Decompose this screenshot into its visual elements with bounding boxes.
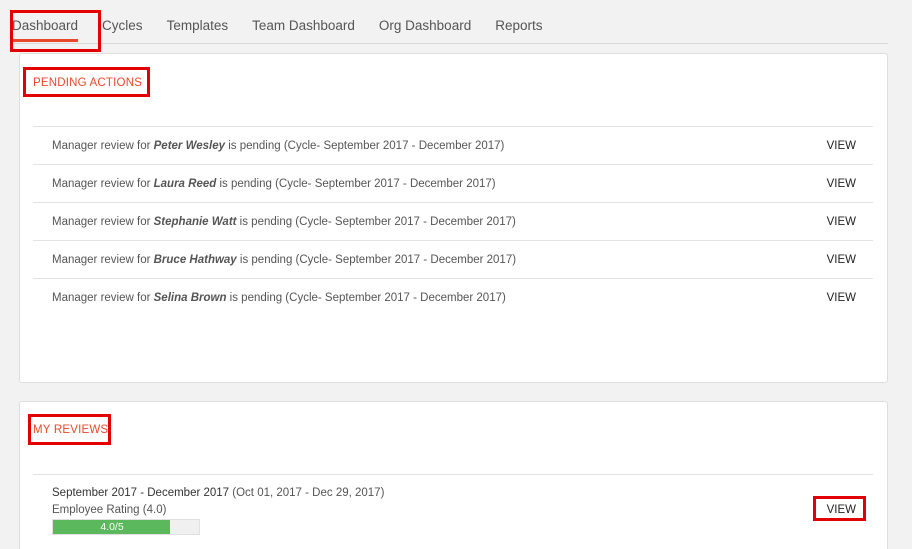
pending-action-text: Manager review for Selina Brown is pendi… xyxy=(52,291,506,304)
review-view-link[interactable]: VIEW xyxy=(827,504,856,516)
tab-label: Templates xyxy=(166,18,229,33)
employee-name: Selina Brown xyxy=(153,291,227,304)
employee-name: Laura Reed xyxy=(153,177,217,190)
tab-templates[interactable]: Templates xyxy=(167,0,229,33)
review-cycle: September 2017 - December 2017 (Oct 01, … xyxy=(52,487,385,499)
pending-action-text: Manager review for Laura Reed is pending… xyxy=(52,177,496,190)
pending-actions-title: PENDING ACTIONS xyxy=(33,77,143,89)
view-link[interactable]: VIEW xyxy=(827,254,856,266)
pending-action-row: Manager review for Laura Reed is pending… xyxy=(33,164,873,202)
view-link[interactable]: VIEW xyxy=(827,140,856,152)
tab-dashboard[interactable]: Dashboard xyxy=(12,0,79,42)
rating-progress-text: 4.0/5 xyxy=(100,521,124,533)
tab-org-dashboard[interactable]: Org Dashboard xyxy=(379,0,471,33)
view-link[interactable]: VIEW xyxy=(827,292,856,304)
tab-label: Dashboard xyxy=(12,18,79,33)
tab-label: Reports xyxy=(495,18,543,33)
rating-progress-bar: 4.0/5 xyxy=(52,519,200,535)
my-reviews-card: MY REVIEWS September 2017 - December 201… xyxy=(19,401,888,549)
pending-action-text: Manager review for Stephanie Watt is pen… xyxy=(52,215,516,228)
tab-cycles[interactable]: Cycles xyxy=(102,0,143,33)
top-nav-tabs: Dashboard Cycles Templates Team Dashboar… xyxy=(12,0,888,44)
employee-rating-label: Employee Rating (4.0) xyxy=(52,504,167,516)
my-reviews-title: MY REVIEWS xyxy=(33,424,109,436)
pending-actions-card: PENDING ACTIONS Manager review for Peter… xyxy=(19,53,888,383)
active-tab-indicator xyxy=(12,39,79,42)
tab-label: Team Dashboard xyxy=(252,18,355,33)
pending-action-text: Manager review for Peter Wesley is pendi… xyxy=(52,139,505,152)
view-link[interactable]: VIEW xyxy=(827,216,856,228)
review-item: September 2017 - December 2017 (Oct 01, … xyxy=(33,474,873,549)
pending-action-text: Manager review for Bruce Hathway is pend… xyxy=(52,253,517,266)
employee-name: Peter Wesley xyxy=(153,139,226,152)
view-link[interactable]: VIEW xyxy=(827,178,856,190)
employee-name: Bruce Hathway xyxy=(153,253,237,266)
tab-label: Org Dashboard xyxy=(378,18,472,33)
pending-action-row: Manager review for Selina Brown is pendi… xyxy=(33,278,873,316)
tab-label: Cycles xyxy=(102,18,143,33)
pending-action-row: Manager review for Stephanie Watt is pen… xyxy=(33,202,873,240)
pending-action-row: Manager review for Peter Wesley is pendi… xyxy=(33,126,873,164)
tab-reports[interactable]: Reports xyxy=(495,0,542,33)
review-dates: (Oct 01, 2017 - Dec 29, 2017) xyxy=(229,487,385,499)
tab-team-dashboard[interactable]: Team Dashboard xyxy=(252,0,355,33)
employee-name: Stephanie Watt xyxy=(153,215,237,228)
pending-action-row: Manager review for Bruce Hathway is pend… xyxy=(33,240,873,278)
